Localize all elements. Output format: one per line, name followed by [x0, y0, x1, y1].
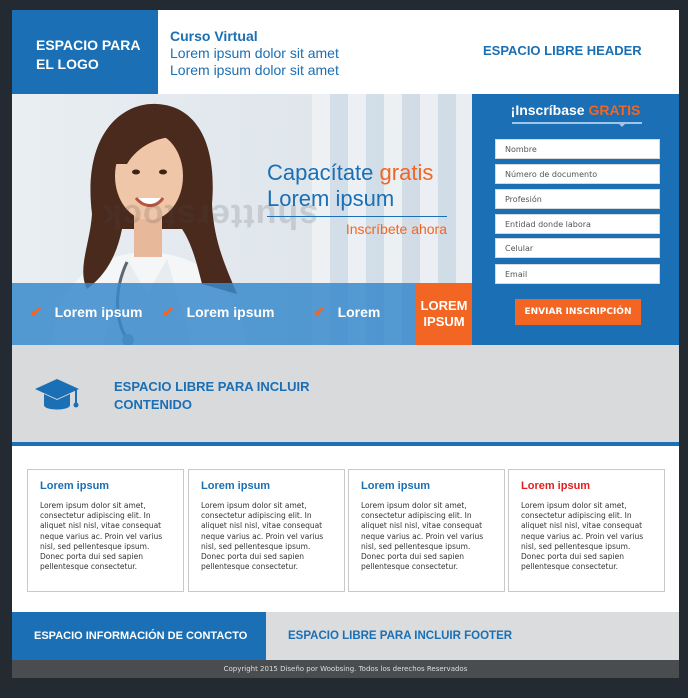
card-title: Lorem ipsum: [40, 480, 110, 492]
hero-headline: Capacítate gratis Lorem ipsum Inscríbete…: [267, 160, 447, 237]
lorem-button-label: LOREM IPSUM: [420, 298, 468, 329]
course-line-1: Lorem ipsum dolor sit amet: [170, 45, 339, 61]
info-card: Lorem ipsum Lorem ipsum dolor sit amet, …: [27, 469, 184, 592]
copyright: Copyright 2015 Diseño por Woobsing. Todo…: [12, 660, 679, 678]
headline-text: Capacítate: [267, 160, 374, 185]
card-title: Lorem ipsum: [361, 480, 431, 492]
benefits-strip: ✔ Lorem ipsum ✔ Lorem ipsum ✔ Lorem: [12, 283, 416, 345]
content-band: ESPACIO LIBRE PARA INCLUIR CONTENIDO: [12, 345, 679, 446]
logo-text: ESPACIO PARA EL LOGO: [36, 37, 140, 72]
check-icon: ✔: [30, 304, 43, 321]
profession-field[interactable]: Profesión: [495, 189, 660, 209]
info-card-highlight: Lorem ipsum Lorem ipsum dolor sit amet, …: [508, 469, 665, 592]
benefit-item: ✔ Lorem ipsum: [162, 303, 274, 321]
info-card: Lorem ipsum Lorem ipsum dolor sit amet, …: [188, 469, 345, 592]
card-body: Lorem ipsum dolor sit amet, consectetur …: [40, 501, 163, 572]
headline-highlight: gratis: [379, 160, 434, 185]
course-line-2: Lorem ipsum dolor sit amet: [170, 62, 339, 78]
benefit-label: Lorem: [337, 304, 381, 320]
name-field[interactable]: Nombre: [495, 139, 660, 159]
landing-page: ESPACIO PARA EL LOGO Curso Virtual Lorem…: [12, 10, 679, 678]
headline-line-2: Lorem ipsum: [267, 186, 395, 211]
caret-down-icon: [618, 123, 626, 127]
card-body: Lorem ipsum dolor sit amet, consectetur …: [521, 501, 644, 572]
benefit-label: Lorem ipsum: [186, 304, 275, 320]
benefit-item: ✔ Lorem ipsum: [30, 303, 142, 321]
phone-field[interactable]: Celular: [495, 238, 660, 258]
contact-info: ESPACIO INFORMACIÓN DE CONTACTO: [12, 612, 266, 660]
employer-field[interactable]: Entidad donde labora: [495, 214, 660, 234]
email-field[interactable]: Email: [495, 264, 660, 284]
course-title: Curso Virtual: [170, 28, 258, 44]
check-icon: ✔: [313, 304, 326, 321]
card-title: Lorem ipsum: [201, 480, 271, 492]
check-icon: ✔: [162, 304, 175, 321]
benefit-label: Lorem ipsum: [54, 304, 143, 320]
lorem-ipsum-button[interactable]: LOREM IPSUM: [416, 283, 472, 345]
signup-now-link[interactable]: Inscríbete ahora: [267, 221, 447, 237]
submit-button[interactable]: ENVIAR INSCRIPCIÓN: [515, 299, 641, 325]
card-body: Lorem ipsum dolor sit amet, consectetur …: [201, 501, 324, 572]
card-title: Lorem ipsum: [521, 480, 591, 492]
logo-placeholder[interactable]: ESPACIO PARA EL LOGO: [12, 10, 158, 94]
headline-divider: [267, 216, 447, 217]
content-band-text: ESPACIO LIBRE PARA INCLUIR CONTENIDO: [114, 379, 310, 412]
form-title: ¡Inscríbase GRATIS: [510, 102, 641, 118]
info-card: Lorem ipsum Lorem ipsum dolor sit amet, …: [348, 469, 505, 592]
card-body: Lorem ipsum dolor sit amet, consectetur …: [361, 501, 484, 572]
footer: ESPACIO INFORMACIÓN DE CONTACTO ESPACIO …: [12, 612, 679, 660]
graduation-cap-icon: [35, 379, 79, 410]
signup-form: ¡Inscríbase GRATIS Nombre Número de docu…: [472, 94, 679, 345]
header: ESPACIO PARA EL LOGO Curso Virtual Lorem…: [12, 10, 679, 94]
benefit-item: ✔ Lorem: [313, 303, 380, 321]
header-free-space: ESPACIO LIBRE HEADER: [483, 43, 642, 58]
cards-section: Lorem ipsum Lorem ipsum dolor sit amet, …: [12, 450, 679, 612]
course-info: Curso Virtual Lorem ipsum dolor sit amet…: [170, 28, 339, 79]
document-number-field[interactable]: Número de documento: [495, 164, 660, 184]
footer-free-space: ESPACIO LIBRE PARA INCLUIR FOOTER: [288, 630, 513, 642]
form-title-highlight: GRATIS: [588, 102, 641, 118]
